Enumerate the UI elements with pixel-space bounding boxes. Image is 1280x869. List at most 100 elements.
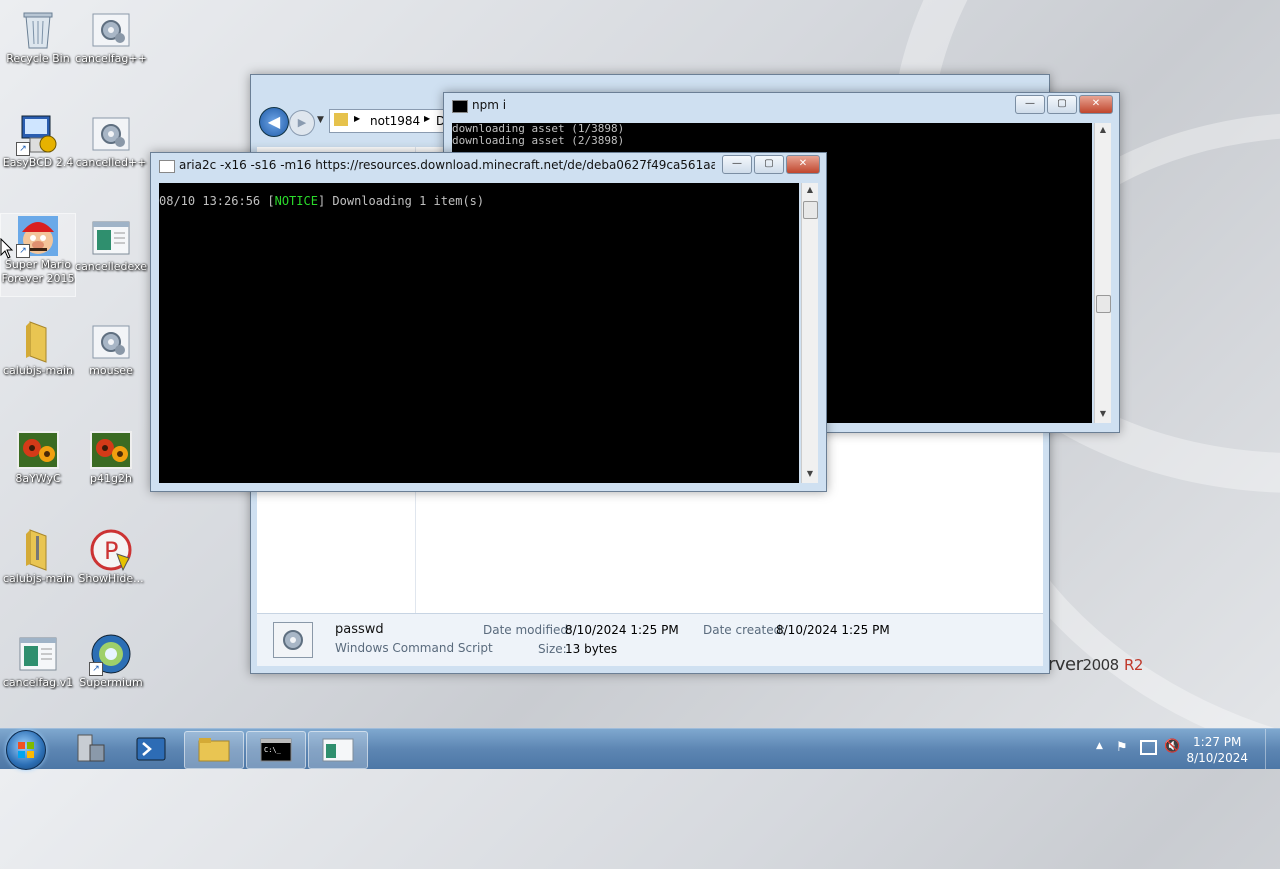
desktop-icon-recycle-bin[interactable]: Recycle Bin [1, 8, 75, 66]
aria2c-console-output[interactable]: 08/10 13:26:56 [NOTICE] Downloading 1 it… [159, 183, 799, 483]
date-modified-value: 8/10/2024 1:25 PM [565, 623, 679, 637]
taskbar-application[interactable] [308, 731, 368, 769]
taskbar-command-prompt[interactable]: C:\_ [246, 731, 306, 769]
application-window-icon [16, 632, 60, 676]
desktop-icon-label: calubjs-main [2, 572, 74, 585]
window-title: aria2c -x16 -s16 -m16 https://resources.… [179, 158, 715, 172]
desktop-icon-label: Super Mario Forever 2015 [1, 258, 75, 285]
application-window-icon [89, 216, 133, 260]
network-icon[interactable] [1140, 740, 1157, 755]
taskbar-file-explorer[interactable] [184, 731, 244, 769]
desktop-icon-cancelfag-plus[interactable]: cancelfag++ [74, 8, 148, 66]
svg-text:C:\_: C:\_ [264, 746, 282, 754]
desktop-icon-easybcd[interactable]: ↗ EasyBCD 2.4 [1, 112, 75, 170]
shortcut-arrow-icon: ↗ [16, 244, 30, 258]
mouse-cursor-icon [0, 238, 14, 259]
clock-time: 1:27 PM [1193, 735, 1242, 749]
clock-date: 8/10/2024 [1186, 751, 1248, 765]
desktop-icon-mousee[interactable]: mousee [74, 320, 148, 378]
desktop-icon-cancelled-plus[interactable]: cancelled++ [74, 112, 148, 170]
scrollbar-thumb[interactable] [803, 201, 818, 219]
svg-text:P: P [104, 537, 118, 565]
date-created-label: Date created: [703, 623, 786, 637]
zip-folder-icon [16, 528, 60, 572]
close-button[interactable]: ✕ [786, 155, 820, 174]
script-file-icon [89, 8, 133, 52]
desktop-icon-label: EasyBCD 2.4 [2, 156, 74, 169]
window-titlebar[interactable]: npm i — ▢ ✕ [444, 93, 1119, 119]
shortcut-arrow-icon: ↗ [16, 142, 30, 156]
script-file-icon [89, 112, 133, 156]
size-value: 13 bytes [565, 642, 618, 656]
desktop-icon-label: Recycle Bin [6, 52, 70, 65]
aria2c-console-window[interactable]: aria2c -x16 -s16 -m16 https://resources.… [150, 152, 827, 492]
window-icon [159, 160, 175, 173]
show-desktop-button[interactable] [1265, 729, 1280, 769]
desktop-icon-supermium[interactable]: ↗ Supermium [74, 632, 148, 690]
desktop-icon-cancelledexe[interactable]: cancelledexe [74, 216, 148, 274]
desktop-icon-label: cancelfag++ [75, 52, 147, 65]
mario-icon: ↗ [16, 214, 60, 258]
scroll-down-icon[interactable]: ▼ [802, 469, 818, 483]
system-tray: ▲ ⚑ 🔇 1:27 PM 8/10/2024 [1080, 729, 1280, 769]
desktop-icon-label: cancelledexe [75, 260, 147, 273]
desktop-icon-label: mousee [89, 364, 133, 377]
scrollbar-thumb[interactable] [1096, 295, 1111, 313]
script-file-icon [89, 320, 133, 364]
console-icon [452, 100, 468, 113]
flower-image-icon [16, 428, 60, 472]
show-hidden-icons-icon[interactable]: ▲ [1096, 741, 1103, 751]
window-titlebar[interactable]: aria2c -x16 -s16 -m16 https://resources.… [151, 153, 826, 179]
desktop-icon-calubjs-main-zip[interactable]: calubjs-main [1, 528, 75, 586]
supermium-browser-icon: ↗ [89, 632, 133, 676]
folder-icon [16, 320, 60, 364]
history-dropdown-icon[interactable]: ▼ [317, 115, 324, 125]
forward-button[interactable]: ▶ [289, 110, 315, 136]
desktop-icon-cancelfag-v1[interactable]: cancelfag.v1 [1, 632, 75, 690]
date-created-value: 8/10/2024 1:25 PM [776, 623, 890, 637]
file-name: passwd [335, 622, 384, 637]
desktop-icon-showhide[interactable]: P ShowHide... [74, 528, 148, 586]
desktop-icon-8aywyc[interactable]: 8aYWyC [1, 428, 75, 486]
log-line-message: ] Downloading 1 item(s) [317, 194, 485, 208]
details-pane: passwd Windows Command Script Date modif… [257, 613, 1043, 666]
scroll-up-icon[interactable]: ▲ [1095, 125, 1111, 139]
maximize-button[interactable]: ▢ [1047, 95, 1077, 114]
scroll-up-icon[interactable]: ▲ [802, 185, 818, 199]
flower-image-icon [89, 428, 133, 472]
taskbar-powershell[interactable] [122, 731, 180, 767]
clock[interactable]: 1:27 PM 8/10/2024 [1186, 734, 1248, 766]
folder-icon [334, 113, 348, 126]
minimize-button[interactable]: — [1015, 95, 1045, 114]
recycle-bin-icon [16, 8, 60, 52]
breadcrumb-item[interactable]: not1984 [370, 114, 420, 128]
desktop-icon-label: calubjs-main [2, 364, 74, 377]
desktop-icon-label: p41g2h [90, 472, 132, 485]
file-type: Windows Command Script [335, 641, 493, 655]
maximize-button[interactable]: ▢ [754, 155, 784, 174]
desktop-icon-calubjs-main-folder[interactable]: calubjs-main [1, 320, 75, 378]
desktop-icon-p41g2h[interactable]: p41g2h [74, 428, 148, 486]
vertical-scrollbar[interactable]: ▲ ▼ [801, 183, 818, 483]
vertical-scrollbar[interactable]: ▲ ▼ [1094, 123, 1111, 423]
close-button[interactable]: ✕ [1079, 95, 1113, 114]
script-file-icon [273, 622, 313, 658]
easybcd-icon: ↗ [16, 112, 60, 156]
desktop-icon-label: Supermium [79, 676, 143, 689]
taskbar-server-manager[interactable] [60, 731, 118, 767]
volume-muted-icon[interactable]: 🔇 [1164, 739, 1180, 754]
os-branding: rver2008 R2 [1048, 654, 1143, 675]
back-button[interactable]: ◀ [259, 107, 289, 137]
taskbar: C:\_ ▲ ⚑ 🔇 1:27 PM 8/10/2024 [0, 728, 1280, 770]
window-title: npm i [472, 98, 507, 112]
minimize-button[interactable]: — [722, 155, 752, 174]
desktop-icon-label: cancelled++ [75, 156, 147, 169]
log-line-prefix: 08/10 13:26:56 [ [159, 194, 275, 208]
date-modified-label: Date modified: [483, 623, 573, 637]
desktop-icon-label: cancelfag.v1 [2, 676, 74, 689]
start-button[interactable] [6, 730, 46, 770]
action-center-flag-icon[interactable]: ⚑ [1116, 740, 1128, 755]
scroll-down-icon[interactable]: ▼ [1095, 409, 1111, 423]
shortcut-arrow-icon: ↗ [89, 662, 103, 676]
desktop-icon-label: ShowHide... [78, 572, 144, 585]
